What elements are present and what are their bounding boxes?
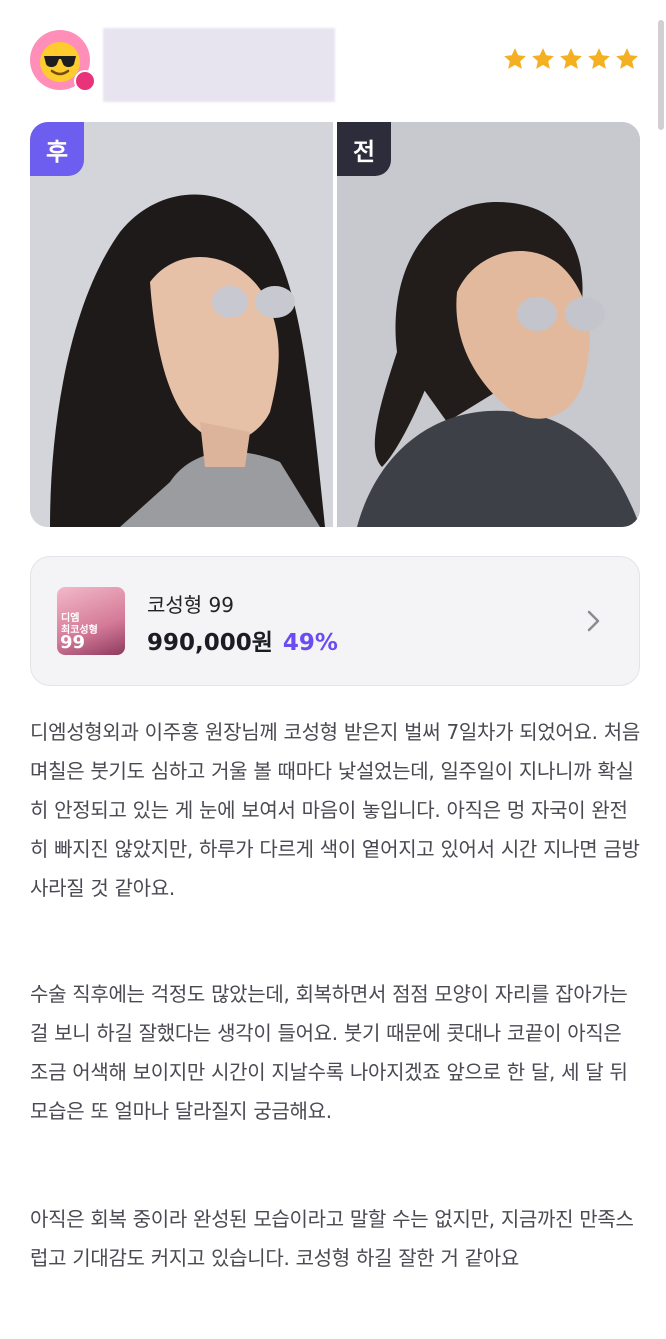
review-paragraph: 아직은 회복 중이라 완성된 모습이라고 말할 수는 없지만, 지금까진 만족스… xyxy=(30,1207,634,1270)
before-label: 전 xyxy=(337,122,391,176)
star-icon xyxy=(560,48,582,69)
product-name: 코성형 99 xyxy=(147,593,235,617)
review-paragraph: 수술 직후에는 걱정도 많았는데, 회복하면서 점점 모양이 자리를 잡아가는 … xyxy=(30,982,628,1123)
product-price: 990,000원 xyxy=(147,630,273,656)
blurred-username xyxy=(103,28,335,102)
after-photo-image xyxy=(30,122,333,527)
scrollbar[interactable] xyxy=(658,20,664,130)
before-after-photos: 후 전 xyxy=(30,122,640,527)
before-photo[interactable]: 전 xyxy=(337,122,640,527)
review-header xyxy=(30,28,640,104)
thumbnail-number: 99 xyxy=(60,632,86,653)
price-row: 990,000원 49% xyxy=(147,623,338,657)
discount-rate: 49% xyxy=(282,630,338,656)
star-icon xyxy=(616,48,638,69)
before-photo-image xyxy=(337,122,640,527)
star-icon xyxy=(532,48,554,69)
star-rating xyxy=(502,46,640,72)
chevron-right-icon[interactable] xyxy=(587,609,601,633)
avatar[interactable] xyxy=(30,30,96,92)
review-paragraph: 디엠성형외과 이주홍 원장님께 코성형 받은지 벌써 7일차가 되었어요. 처음… xyxy=(30,720,640,900)
product-thumbnail: 디엠 최코성형 99 xyxy=(57,587,125,655)
star-icon xyxy=(504,48,526,69)
after-photo[interactable]: 후 xyxy=(30,122,333,527)
product-card[interactable]: 디엠 최코성형 99 코성형 99 990,000원 49% xyxy=(30,556,640,686)
star-icon xyxy=(588,48,610,69)
after-label: 후 xyxy=(30,122,84,176)
crown-badge-icon xyxy=(74,70,96,92)
thumbnail-text-1: 디엠 xyxy=(61,613,80,624)
